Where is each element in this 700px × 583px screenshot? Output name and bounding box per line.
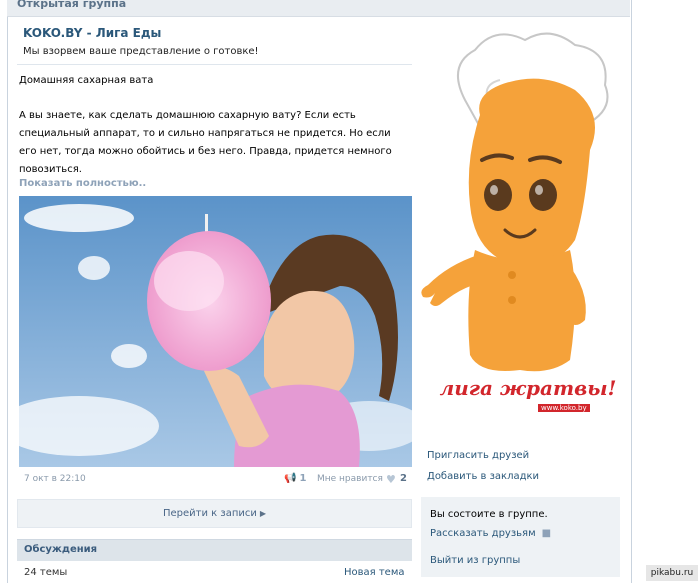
post-text: А вы знаете, как сделать домашнюю сахарн… (19, 110, 392, 175)
goto-post-button[interactable]: Перейти к записи ▶ (17, 499, 412, 528)
discussions-title: Обсуждения (24, 544, 98, 555)
post-photo[interactable] (19, 196, 412, 467)
logo-url: www.koko.by (538, 404, 590, 412)
watermark: pikabu.ru (646, 565, 698, 581)
discussions-header[interactable]: Обсуждения (17, 539, 412, 561)
chevron-right-icon: ▶ (259, 509, 267, 518)
speech-bubble-icon: ■ (541, 528, 552, 539)
new-topic-link[interactable]: Новая тема (344, 567, 405, 578)
tell-friends-link[interactable]: Рассказать друзьям ■ (430, 528, 551, 539)
invite-friends-link[interactable]: Пригласить друзей (427, 450, 529, 461)
show-more-link[interactable]: Показать полностью.. (19, 178, 146, 189)
group-type-label: Открытая группа (17, 0, 127, 10)
megaphone-icon: 📢 (284, 473, 297, 484)
discussions-count: 24 темы (24, 567, 68, 578)
like-label[interactable]: Мне нравится (317, 474, 383, 484)
goto-post-label: Перейти к записи (162, 508, 257, 519)
tell-friends-label: Рассказать друзьям (430, 528, 536, 539)
post-meta: 7 окт в 22:10 📢 1 Мне нравится ♥ 2 (19, 473, 412, 490)
group-type-bar: Открытая группа (7, 0, 630, 17)
logo-text: лига жратвы! (439, 376, 617, 400)
share-count: 1 (299, 473, 307, 484)
share-button[interactable]: 📢 1 (284, 473, 306, 484)
heart-icon[interactable]: ♥ (386, 473, 396, 486)
leave-group-link[interactable]: Выйти из группы (430, 555, 520, 566)
post-header: KOKO.BY - Лига Еды Мы взорвем ваше предс… (17, 20, 412, 65)
group-status-text: Мы взорвем ваше представление о готовке! (23, 46, 259, 57)
post-author-link[interactable]: KOKO.BY - Лига Еды (23, 26, 161, 40)
group-avatar[interactable]: лига жратвы! www.koko.by (420, 20, 624, 445)
post-date[interactable]: 7 окт в 22:10 (24, 474, 86, 484)
cotton-candy-photo (19, 196, 412, 467)
member-status: Вы состоите в группе. (430, 509, 548, 520)
add-bookmark-link[interactable]: Добавить в закладки (427, 471, 539, 482)
like-count: 2 (400, 473, 407, 484)
membership-box: Вы состоите в группе. Рассказать друзьям… (421, 497, 620, 577)
post-subject: Домашняя сахарная вата (19, 75, 154, 86)
